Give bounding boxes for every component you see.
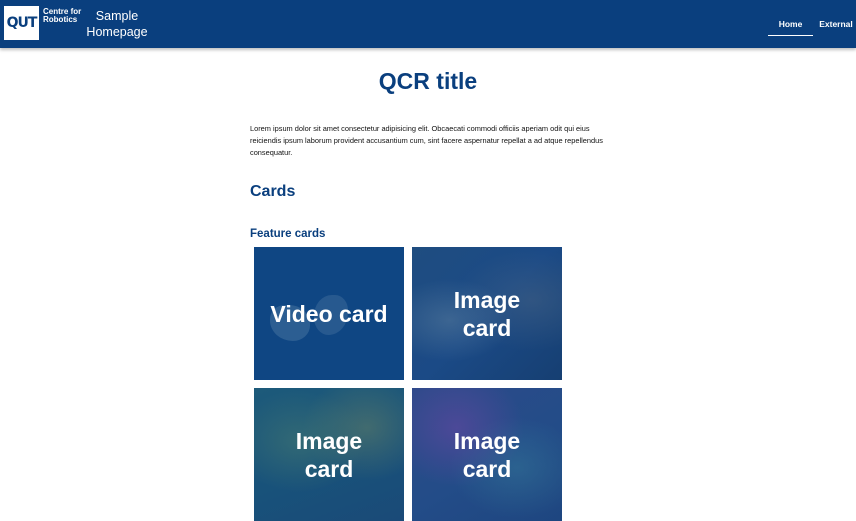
qut-logo[interactable]: QUT <box>4 6 39 40</box>
feature-cards-heading: Feature cards <box>250 228 326 240</box>
cards-section-heading: Cards <box>250 183 296 200</box>
image-card[interactable]: Image card <box>412 388 562 521</box>
logo-subtitle: Centre for Robotics <box>43 8 87 24</box>
card-label: Video card <box>270 300 388 327</box>
page-title: QCR title <box>378 68 478 94</box>
site-title[interactable]: Sample Homepage <box>86 8 148 40</box>
card-label: Image card <box>295 427 363 482</box>
image-card[interactable]: Image card <box>254 388 404 521</box>
nav-home-link[interactable]: Home <box>768 18 813 36</box>
intro-paragraph: Lorem ipsum dolor sit amet consectetur a… <box>250 124 603 157</box>
top-navbar: QUT Centre for Robotics Sample Homepage … <box>0 0 856 48</box>
image-card[interactable]: Image card <box>412 247 562 380</box>
logo-mark: QUT <box>6 15 38 31</box>
card-label: Image card <box>453 286 521 341</box>
card-label: Image card <box>453 427 521 482</box>
video-card[interactable]: Video card <box>254 247 404 380</box>
nav-external-link[interactable]: External <box>816 18 856 36</box>
logo-subtitle-line2: Robotics <box>43 15 78 24</box>
